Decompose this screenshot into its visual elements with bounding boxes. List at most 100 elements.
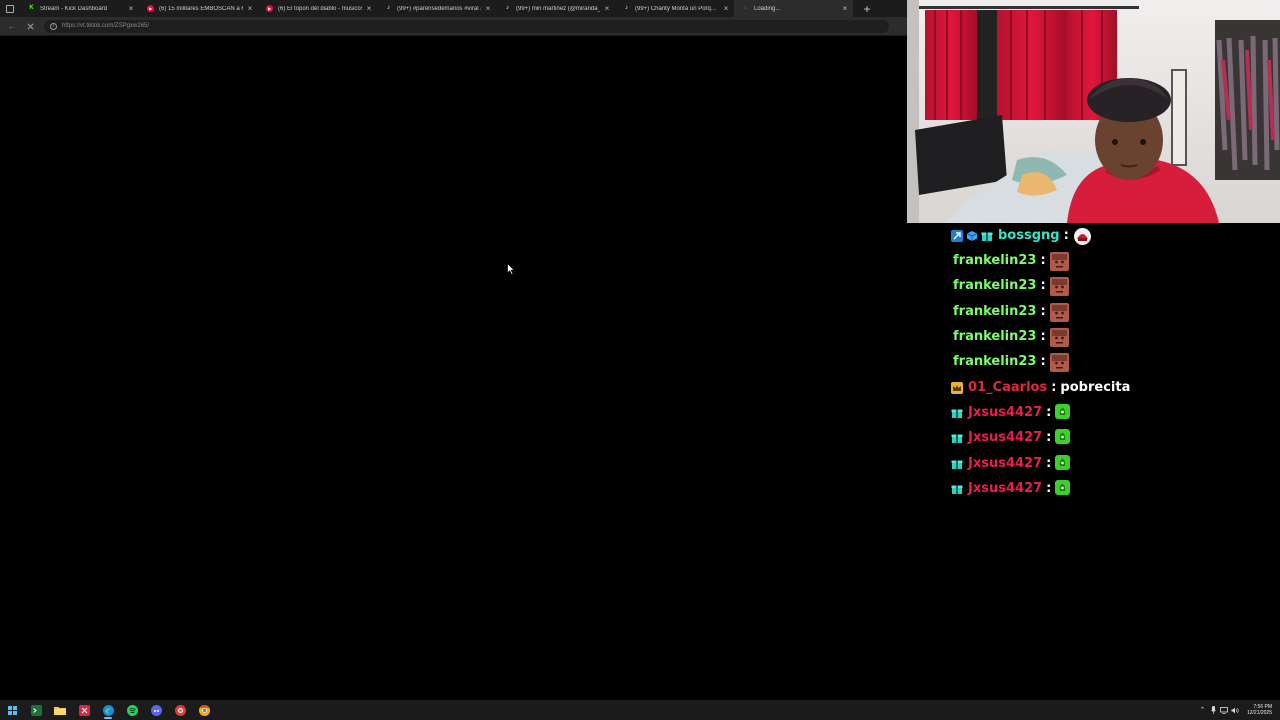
clock-date: 12/21/2025 [1246, 710, 1272, 716]
page-content-loading [0, 36, 907, 700]
discord-icon[interactable] [144, 700, 168, 720]
green-emote [1055, 480, 1072, 497]
chat-message: frankelin23: [951, 248, 1069, 273]
tiktok-icon: ♪ [387, 5, 390, 11]
chat-username[interactable]: Jxsus4427 [968, 430, 1042, 445]
chat-username[interactable]: frankelin23 [953, 304, 1036, 319]
youtube-icon: ▶ [147, 5, 154, 12]
face-emote [1049, 303, 1069, 322]
chat-message: frankelin23: [951, 324, 1069, 349]
chat-message: frankelin23: [951, 299, 1069, 324]
tiktok-icon: ♪ [625, 5, 628, 11]
url-text: https://vt.tiktok.com/ZSPgxw265/ [62, 23, 149, 29]
spotify-icon[interactable] [120, 700, 144, 720]
streamer-webcam-image [907, 0, 1280, 223]
gift-badge-icon [981, 230, 993, 242]
chevron-up-icon[interactable]: ⌃ [1197, 700, 1208, 720]
face-emote [1049, 277, 1069, 296]
chat-username[interactable]: 01_Caarlos [968, 380, 1047, 395]
arrow-left-icon: ← [7, 21, 17, 31]
booster-badge-icon [951, 229, 963, 242]
browser-tab[interactable]: ♪ (99+) Charity Monta un Porq... × [615, 0, 734, 17]
taskbar-clock[interactable]: 7:56 PM 12/21/2025 [1247, 704, 1272, 716]
face-emote [1049, 328, 1069, 347]
browser-tab[interactable]: K Stream - Kick Dashboard × [20, 0, 139, 17]
windows-taskbar: ⌃ 7:56 PM 12/21/2025 [0, 700, 1280, 720]
youtube-icon: ▶ [266, 5, 273, 12]
chat-overlay: bossgng: frankelin23: frankelin23: frankeli… [907, 223, 1280, 700]
chat-username[interactable]: bossgng [998, 228, 1060, 243]
close-tab-icon[interactable]: × [246, 4, 254, 13]
chat-username[interactable]: frankelin23 [953, 354, 1036, 369]
browser-tab[interactable]: ▶ (6) El topon del diablo - musicos... × [258, 0, 377, 17]
media-app-icon[interactable] [168, 700, 192, 720]
chat-username[interactable]: frankelin23 [953, 329, 1036, 344]
loading-icon: ◌ [743, 5, 748, 11]
tab-actions-icon [6, 4, 14, 13]
gift-badge-icon [951, 407, 963, 419]
chat-message: Jxsus4427: [951, 476, 1072, 501]
chat-username[interactable]: Jxsus4427 [968, 405, 1042, 420]
chat-message: frankelin23: [951, 349, 1069, 374]
chat-username[interactable]: frankelin23 [953, 278, 1036, 293]
tab-title: (6) 15 militares EMBOSCAN a 60 ... [159, 5, 243, 12]
browser-tab[interactable]: ▶ (6) 15 militares EMBOSCAN a 60 ...× [139, 0, 258, 17]
browser-toolbar: ← i https://vt.tiktok.com/ZSPgxw265/ [0, 17, 907, 36]
microphone-icon[interactable] [1208, 700, 1219, 720]
tab-title: Stream - Kick Dashboard [40, 5, 108, 12]
tab-actions-button[interactable] [0, 0, 20, 17]
tab-title: (99+) miri martinez (@miranda_... [516, 5, 600, 12]
close-tab-icon[interactable]: × [841, 4, 849, 13]
browser-tab[interactable]: ◌ Loading... × [734, 0, 853, 17]
chat-separator: : [1040, 278, 1046, 293]
terminal-icon[interactable] [24, 700, 48, 720]
close-tab-icon[interactable]: × [127, 4, 135, 13]
green-emote [1055, 429, 1072, 446]
stop-loading-icon [26, 22, 34, 30]
browser-window: K Stream - Kick Dashboard × ▶ (6) 15 militar… [0, 0, 907, 700]
screen: K Stream - Kick Dashboard × ▶ (6) 15 militar… [0, 0, 1280, 720]
chrome-icon[interactable] [192, 700, 216, 720]
capcut-icon[interactable] [72, 700, 96, 720]
back-button[interactable]: ← [6, 17, 18, 36]
chat-separator: : [1040, 354, 1046, 369]
face-emote [1049, 353, 1069, 372]
green-emote [1055, 404, 1072, 421]
chat-separator: : [1040, 253, 1046, 268]
new-tab-button[interactable]: + [857, 0, 877, 17]
chat-username[interactable]: Jxsus4427 [968, 481, 1042, 496]
address-bar[interactable]: i https://vt.tiktok.com/ZSPgxw265/ [44, 19, 889, 33]
chat-separator: : [1051, 380, 1057, 395]
chat-username[interactable]: Jxsus4427 [968, 456, 1042, 471]
chat-separator: : [1046, 405, 1052, 420]
close-tab-icon[interactable]: × [603, 4, 611, 13]
browser-tab[interactable]: ♪ (99+) #parensedemanos #viral #p...× [377, 0, 496, 17]
chat-username[interactable]: frankelin23 [953, 253, 1036, 268]
reload-button[interactable] [24, 17, 36, 36]
chat-separator: : [1063, 228, 1069, 243]
volume-icon[interactable] [1230, 700, 1241, 720]
file-explorer-icon[interactable] [48, 700, 72, 720]
close-tab-icon[interactable]: × [365, 4, 373, 13]
chat-separator: : [1046, 481, 1052, 496]
gift-badge-icon [951, 458, 963, 470]
close-tab-icon[interactable]: × [722, 4, 730, 13]
site-info-icon[interactable]: i [50, 22, 57, 30]
edge-icon[interactable] [96, 700, 120, 720]
webcam-feed [907, 0, 1280, 223]
crown-badge-icon [951, 381, 963, 394]
chat-message: Jxsus4427: [951, 425, 1072, 450]
tab-title: Loading... [754, 5, 781, 12]
tab-strip: K Stream - Kick Dashboard × ▶ (6) 15 militar… [0, 0, 907, 17]
tiktok-icon: ♪ [506, 5, 509, 11]
network-icon[interactable] [1219, 700, 1230, 720]
chat-message: Jxsus4427: [951, 451, 1072, 476]
chat-message-text: pobrecita [1060, 380, 1131, 395]
gift-badge-icon [951, 432, 963, 444]
tab-title: (6) El topon del diablo - musicos... [278, 5, 362, 12]
browser-tab[interactable]: ♪ (99+) miri martinez (@miranda_... × [496, 0, 615, 17]
system-tray: ⌃ 7:56 PM 12/21/2025 [1197, 700, 1280, 720]
windows-start-icon[interactable] [0, 700, 24, 720]
close-tab-icon[interactable]: × [484, 4, 492, 13]
gift-badge-icon [951, 483, 963, 495]
